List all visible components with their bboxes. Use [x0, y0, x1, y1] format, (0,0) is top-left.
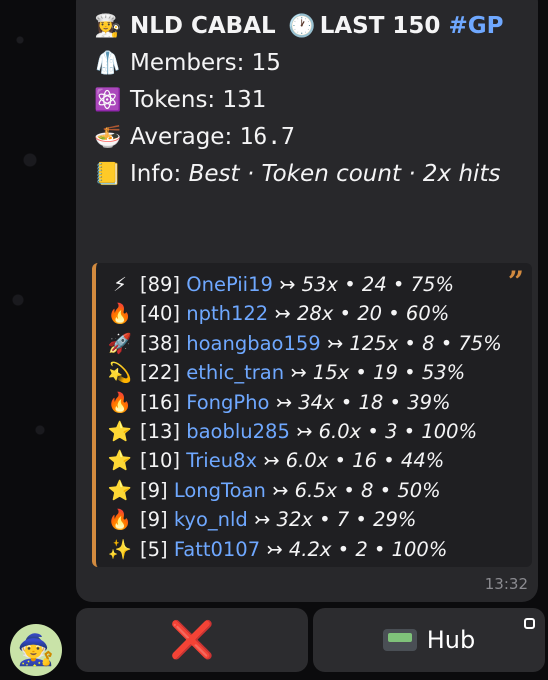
- avatar[interactable]: 🧙: [10, 624, 62, 676]
- leaderboard-row: 🔥 [9] kyo_nld ↣ 32x • 7 • 29%: [106, 505, 417, 534]
- row-icon: 💫: [107, 361, 133, 385]
- row-icon: ⭐: [107, 449, 133, 473]
- username-link[interactable]: hoangbao159: [186, 332, 320, 355]
- coat-icon: 🥼: [94, 51, 122, 76]
- row-icon: 🔥: [107, 302, 133, 326]
- row-stats: ↣ 6.0x • 3 • 100%: [296, 420, 478, 443]
- hub-button[interactable]: Hub: [313, 608, 545, 672]
- leaderboard-row: ⚡ [89] OnePii19 ↣ 53x • 24 • 75%: [106, 270, 454, 299]
- average-line: 🍜 Average: 16.7: [92, 119, 522, 156]
- open-link-icon: [524, 618, 535, 629]
- username-link[interactable]: npth122: [186, 302, 268, 325]
- username-link[interactable]: OnePii19: [186, 273, 273, 296]
- row-stats: ↣ 125x • 8 • 75%: [326, 331, 502, 355]
- row-stats: ↣ 6.5x • 8 • 50%: [272, 478, 441, 502]
- members-count: Members: 15: [130, 50, 281, 76]
- row-icon: ⭐: [107, 420, 133, 443]
- row-icon: 🔥: [107, 390, 133, 414]
- chef-icon: 👩‍🍳: [94, 14, 122, 39]
- title-line: 👩‍🍳 NLD CABAL 🕐 LAST 150 #GP: [92, 8, 522, 45]
- message-text: 👩‍🍳 NLD CABAL 🕐 LAST 150 #GP 🥼 Members: 15 …: [92, 8, 522, 193]
- rank-label: [40]: [140, 302, 181, 326]
- row-stats: ↣ 4.2x • 2 • 100%: [266, 537, 448, 561]
- rank-label: [22]: [140, 361, 181, 385]
- leaderboard-row: ⭐ [9] LongToan ↣ 6.5x • 8 • 50%: [106, 476, 441, 505]
- rank-label: [13]: [140, 420, 181, 443]
- leaderboard-row: ⭐ [10] Trieu8x ↣ 6.0x • 16 • 44%: [106, 446, 444, 475]
- clock-icon: 🕐: [287, 14, 316, 39]
- username-link[interactable]: kyo_nld: [174, 508, 248, 531]
- row-icon: 🚀: [107, 331, 133, 355]
- average-label: Average:: [130, 124, 240, 150]
- rank-label: [9]: [140, 478, 168, 502]
- row-stats: ↣ 32x • 7 • 29%: [254, 508, 417, 532]
- message-timestamp: 13:32: [484, 575, 528, 593]
- row-stats: ↣ 15x • 19 • 53%: [290, 361, 466, 385]
- rank-label: [89]: [140, 273, 181, 296]
- message-bubble: 👩‍🍳 NLD CABAL 🕐 LAST 150 #GP 🥼 Members: 15 …: [76, 0, 538, 602]
- row-stats: ↣ 28x • 20 • 60%: [274, 302, 450, 326]
- noodle-icon: 🍜: [94, 125, 122, 150]
- leaderboard-row: ✨ [5] Fatt0107 ↣ 4.2x • 2 • 100%: [106, 535, 448, 564]
- row-icon: 🔥: [107, 508, 133, 532]
- leaderboard-row: ⭐ [13] baoblu285 ↣ 6.0x • 3 • 100%: [106, 417, 477, 446]
- cross-icon: ❌: [169, 620, 215, 661]
- leaderboard-row: 🚀 [38] hoangbao159 ↣ 125x • 8 • 75%: [106, 329, 502, 358]
- notebook-icon: 📒: [94, 162, 122, 187]
- leaderboard-row: 🔥 [16] FongPho ↣ 34x • 18 • 39%: [106, 388, 451, 417]
- tokens-line: ⚛️ Tokens: 131: [92, 82, 522, 119]
- quote-icon: ”: [507, 265, 524, 298]
- row-icon: ✨: [107, 537, 133, 561]
- members-line: 🥼 Members: 15: [92, 45, 522, 82]
- rank-label: [10]: [140, 449, 181, 473]
- close-button[interactable]: ❌: [76, 608, 308, 672]
- group-name: NLD CABAL: [130, 13, 276, 39]
- rank-label: [9]: [140, 508, 168, 532]
- username-link[interactable]: baoblu285: [186, 420, 290, 443]
- info-label: Info:: [130, 161, 189, 187]
- username-link[interactable]: FongPho: [186, 391, 269, 414]
- wizard-icon: 🧙: [17, 632, 55, 668]
- rank-label: [16]: [140, 390, 181, 414]
- username-link[interactable]: Trieu8x: [186, 449, 257, 472]
- row-icon: ⚡: [113, 273, 127, 296]
- tokens-count: Tokens: 131: [130, 87, 267, 113]
- average-value: 16.7: [239, 124, 295, 150]
- leaderboard-row: 🔥 [40] npth122 ↣ 28x • 20 • 60%: [106, 299, 449, 328]
- row-icon: ⭐: [107, 478, 133, 502]
- period-label: LAST 150: [319, 13, 441, 39]
- pager-icon: [382, 629, 417, 651]
- username-link[interactable]: Fatt0107: [174, 538, 260, 561]
- row-stats: ↣ 53x • 24 • 75%: [279, 273, 454, 296]
- username-link[interactable]: LongToan: [174, 479, 266, 502]
- leaderboard-quote: ” ⚡ [89] OnePii19 ↣ 53x • 24 • 75% 🔥 [40] n…: [92, 263, 532, 567]
- rank-label: [5]: [140, 537, 168, 561]
- info-line: 📒 Info: Best · Token count · 2x hits: [92, 156, 522, 193]
- atom-icon: ⚛️: [94, 88, 122, 113]
- info-value: Best · Token count · 2x hits: [188, 161, 501, 187]
- row-stats: ↣ 6.0x • 16 • 44%: [263, 449, 445, 473]
- hub-label: Hub: [426, 626, 476, 654]
- leaderboard-row: 💫 [22] ethic_tran ↣ 15x • 19 • 53%: [106, 358, 465, 387]
- username-link[interactable]: ethic_tran: [186, 361, 284, 384]
- hashtag-link[interactable]: #GP: [448, 13, 503, 39]
- rank-label: [38]: [140, 331, 181, 355]
- row-stats: ↣ 34x • 18 • 39%: [275, 390, 451, 414]
